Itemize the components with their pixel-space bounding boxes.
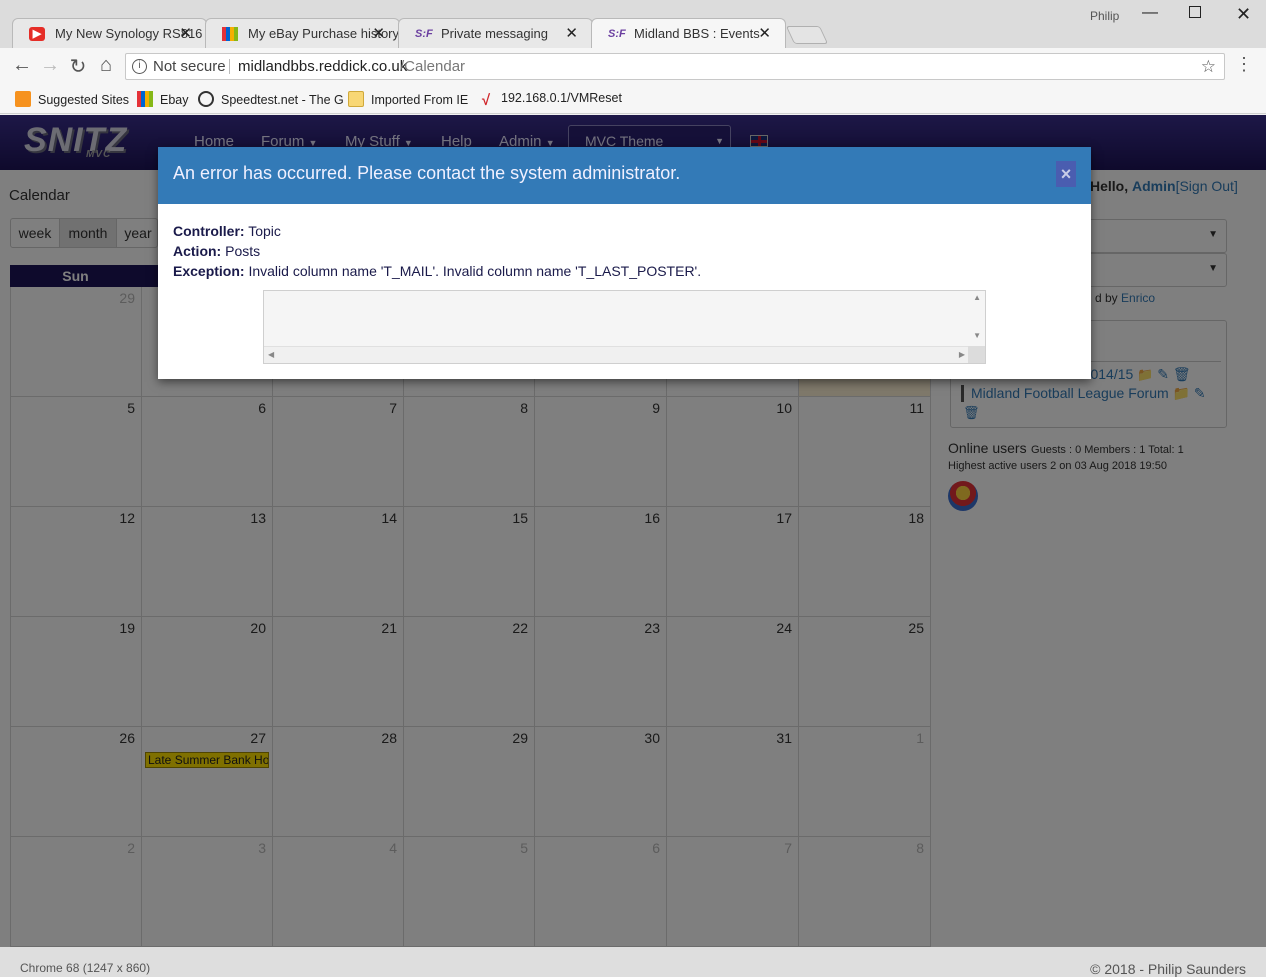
close-window-icon[interactable]: ✕ bbox=[1236, 4, 1251, 25]
bookmark-item[interactable]: Speedtest.net - The G bbox=[198, 91, 344, 107]
snitz-icon: S:F bbox=[415, 28, 433, 40]
info-icon[interactable]: i bbox=[132, 59, 147, 74]
bookmarks-bar: Suggested Sites Ebay Speedtest.net - The… bbox=[0, 84, 1266, 114]
security-label: Not secure bbox=[153, 58, 226, 75]
footer-right: © 2018 - Philip Saunders bbox=[1090, 961, 1246, 977]
url-path: /Calendar bbox=[400, 58, 466, 75]
page-footer: Chrome 68 (1247 x 860) © 2018 - Philip S… bbox=[0, 947, 1266, 977]
footer-left: Chrome 68 (1247 x 860) bbox=[20, 961, 151, 975]
controller-line: Controller: Topic bbox=[173, 223, 281, 239]
snitz-icon: S:F bbox=[608, 28, 626, 40]
bookmark-label: Imported From IE bbox=[371, 93, 469, 107]
error-modal: An error has occurred. Please contact th… bbox=[158, 147, 1091, 379]
tab-title: Midland BBS : Events bbox=[634, 26, 760, 41]
minimize-icon[interactable]: — bbox=[1142, 4, 1158, 22]
tab-title: Private messaging bbox=[441, 26, 548, 41]
divider bbox=[229, 59, 230, 74]
modal-header: An error has occurred. Please contact th… bbox=[158, 147, 1091, 204]
close-tab-icon[interactable]: ✕ bbox=[372, 19, 385, 48]
action-line: Action: Posts bbox=[173, 243, 260, 259]
close-tab-icon[interactable]: ✕ bbox=[565, 19, 578, 48]
bookmark-item[interactable]: Suggested Sites bbox=[15, 91, 129, 107]
speedtest-icon bbox=[198, 91, 214, 107]
exception-value: Invalid column name 'T_MAIL'. Invalid co… bbox=[248, 263, 702, 279]
action-value: Posts bbox=[225, 243, 261, 259]
bookmark-item[interactable]: Ebay bbox=[137, 91, 189, 107]
close-tab-icon[interactable]: ✕ bbox=[179, 19, 192, 48]
forward-arrow-icon[interactable]: → bbox=[38, 54, 62, 77]
bookmark-item[interactable]: √ 192.168.0.1/VMReset bbox=[478, 91, 622, 109]
new-tab-button[interactable] bbox=[785, 26, 829, 44]
exception-label: Exception: bbox=[173, 263, 245, 279]
checkmark-icon: √ bbox=[481, 92, 491, 109]
bookmark-label: Ebay bbox=[160, 93, 189, 107]
bookmark-label: Speedtest.net - The G bbox=[221, 93, 344, 107]
scroll-up-arrow-icon[interactable]: ▲ bbox=[973, 293, 981, 302]
ebay-icon bbox=[137, 91, 153, 107]
close-icon[interactable]: × bbox=[1056, 161, 1076, 187]
scroll-left-arrow-icon[interactable]: ◀ bbox=[268, 350, 274, 359]
browser-tab[interactable]: S:F Private messaging ✕ bbox=[398, 18, 593, 48]
stack-trace-textarea[interactable]: ▲ ▼ ◀ ▶ bbox=[263, 290, 986, 364]
scrollbar-corner bbox=[968, 346, 985, 363]
reload-icon[interactable]: ↻ bbox=[66, 54, 90, 79]
menu-dots-icon[interactable]: ⋮ bbox=[1232, 54, 1256, 75]
scroll-down-arrow-icon[interactable]: ▼ bbox=[973, 331, 981, 340]
youtube-icon: ▶ bbox=[29, 27, 45, 41]
browser-tab-strip: ▶ My New Synology RS816 ✕ My eBay Purcha… bbox=[0, 0, 1266, 48]
profile-name[interactable]: Philip bbox=[1090, 9, 1119, 23]
bookmark-item[interactable]: Imported From IE bbox=[348, 91, 468, 107]
controller-value: Topic bbox=[248, 223, 281, 239]
modal-title: An error has occurred. Please contact th… bbox=[173, 163, 681, 183]
browser-tab-active[interactable]: S:F Midland BBS : Events ✕ bbox=[591, 18, 786, 48]
bookmark-label: 192.168.0.1/VMReset bbox=[501, 91, 622, 105]
home-icon[interactable]: ⌂ bbox=[94, 54, 118, 77]
controller-label: Controller: bbox=[173, 223, 245, 239]
close-tab-icon[interactable]: ✕ bbox=[758, 19, 771, 48]
maximize-icon[interactable] bbox=[1189, 6, 1201, 18]
horizontal-scrollbar[interactable]: ◀ ▶ bbox=[264, 346, 969, 363]
url-host: midlandbbs.reddick.co.uk bbox=[238, 58, 408, 75]
browser-toolbar: ← → ↻ ⌂ i Not secure midlandbbs.reddick.… bbox=[0, 48, 1266, 84]
browser-tab[interactable]: ▶ My New Synology RS816 ✕ bbox=[12, 18, 207, 48]
address-bar[interactable]: i Not secure midlandbbs.reddick.co.uk /C… bbox=[125, 53, 1225, 80]
bookmark-label: Suggested Sites bbox=[38, 93, 130, 107]
bookmark-star-icon[interactable]: ☆ bbox=[1201, 54, 1216, 79]
browser-tab[interactable]: My eBay Purchase history ✕ bbox=[205, 18, 400, 48]
suggested-sites-icon bbox=[15, 91, 31, 107]
folder-icon bbox=[348, 91, 364, 107]
action-label: Action: bbox=[173, 243, 222, 259]
ebay-icon bbox=[222, 27, 238, 41]
exception-line: Exception: Invalid column name 'T_MAIL'.… bbox=[173, 263, 701, 279]
scroll-right-arrow-icon[interactable]: ▶ bbox=[959, 350, 965, 359]
back-arrow-icon[interactable]: ← bbox=[10, 54, 34, 77]
